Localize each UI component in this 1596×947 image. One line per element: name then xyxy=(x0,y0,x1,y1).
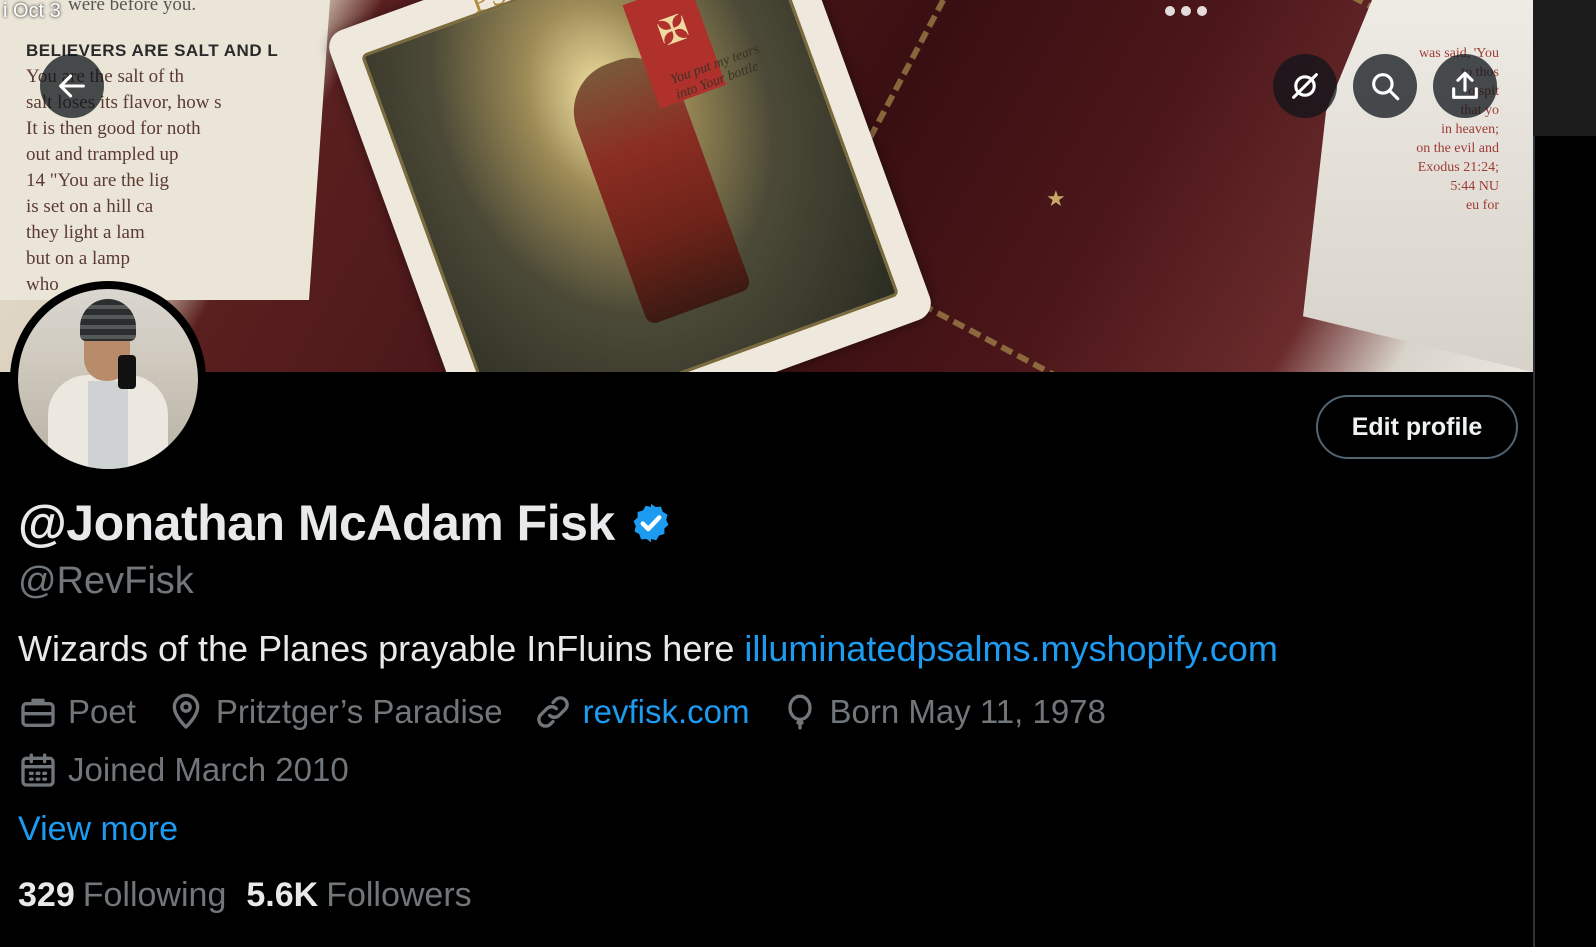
star-icon: ★ xyxy=(1046,186,1066,211)
joined-text: Joined March 2010 xyxy=(68,751,349,788)
share-icon xyxy=(1452,71,1478,99)
follow-stats: 329 Following 5.6K Followers xyxy=(18,876,472,915)
scripture-line: It is then good for noth xyxy=(26,118,201,139)
followers-label: Followers xyxy=(326,876,472,914)
repost-off-icon xyxy=(1292,73,1318,99)
website-link[interactable]: revfisk.com xyxy=(583,693,750,731)
briefcase-icon xyxy=(21,698,55,727)
avatar-photo xyxy=(18,289,198,469)
profession: Poet xyxy=(18,692,136,732)
profession-text: Poet xyxy=(68,693,136,730)
search-button[interactable] xyxy=(1353,54,1417,118)
view-more-link[interactable]: View more xyxy=(18,810,178,849)
joined: Joined March 2010 xyxy=(18,750,349,790)
scripture-line: but on a lamp xyxy=(26,248,130,269)
scripture-line: out and trampled up xyxy=(26,144,179,165)
verified-badge-icon[interactable] xyxy=(629,501,673,545)
balloon-icon xyxy=(787,694,812,730)
right-line: 5:44 NU xyxy=(1450,179,1499,194)
profile-meta: Poet Pritztger’s Paradise revfisk.com Bo… xyxy=(18,692,1136,732)
more-dots-icon[interactable] xyxy=(1165,6,1207,16)
edit-profile-button[interactable]: Edit profile xyxy=(1316,395,1518,459)
location-pin-icon xyxy=(172,693,200,729)
banner-top-line: were before you. xyxy=(68,0,197,15)
avatar[interactable] xyxy=(10,281,206,477)
location: Pritztger’s Paradise xyxy=(166,692,503,732)
birthday: Born May 11, 1978 xyxy=(780,692,1106,732)
scripture-line: is set on a hill ca xyxy=(26,196,154,217)
link-icon xyxy=(536,696,569,728)
cross-icon: ✠ xyxy=(651,5,695,55)
joined-row: Joined March 2010 xyxy=(18,750,379,790)
location-text: Pritztger’s Paradise xyxy=(215,693,503,730)
scripture-line: 14 "You are the lig xyxy=(26,170,170,191)
arrow-left-icon xyxy=(59,74,85,98)
birthday-text: Born May 11, 1978 xyxy=(829,693,1106,730)
calendar-icon xyxy=(21,753,55,787)
followers-count: 5.6K xyxy=(246,876,319,914)
bio: Wizards of the Planes prayable InFluins … xyxy=(18,628,1278,670)
search-icon xyxy=(1372,73,1400,101)
name-row: @Jonathan McAdam Fisk xyxy=(18,494,673,552)
back-button[interactable] xyxy=(40,54,104,118)
website[interactable]: revfisk.com xyxy=(533,692,750,732)
hide-reposts-button[interactable] xyxy=(1273,54,1337,118)
bio-text: Wizards of the Planes prayable InFluins … xyxy=(18,628,745,669)
card-artwork: ✠ You put my tears into Your bottle xyxy=(360,0,900,372)
following-count: 329 xyxy=(18,876,75,914)
share-button[interactable] xyxy=(1433,54,1497,118)
scripture-line: they light a lam xyxy=(26,222,145,243)
bio-link[interactable]: illuminatedpsalms.myshopify.com xyxy=(744,628,1278,669)
right-line: on the evil and xyxy=(1416,141,1499,156)
side-block xyxy=(1533,0,1596,136)
followers-stat[interactable]: 5.6K Followers xyxy=(246,876,471,915)
side-divider xyxy=(1533,136,1535,947)
right-line: eu for xyxy=(1465,198,1499,213)
display-name: @Jonathan McAdam Fisk xyxy=(18,495,615,551)
following-label: Following xyxy=(82,876,227,914)
following-stat[interactable]: 329 Following xyxy=(18,876,226,915)
right-line: Exodus 21:24; xyxy=(1417,160,1499,175)
right-line: in heaven; xyxy=(1441,122,1499,137)
handle: @RevFisk xyxy=(18,560,194,602)
status-date: i Oct 3 xyxy=(3,0,61,22)
psalm-card: PSALM ✠ You put my tears into Your bottl… xyxy=(324,0,936,372)
side-strip xyxy=(1533,0,1596,947)
